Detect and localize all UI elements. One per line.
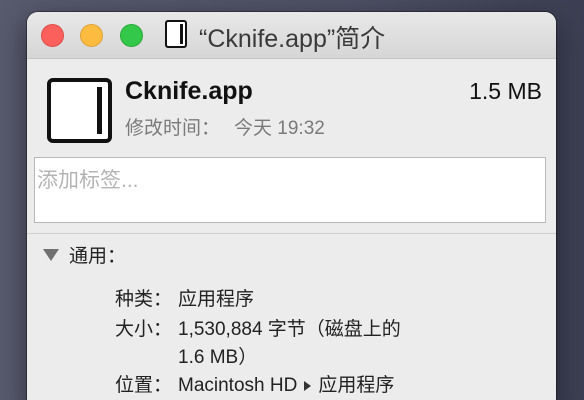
modified-value: 今天 19:32 [234, 118, 325, 139]
app-document-icon [165, 20, 187, 48]
file-size: 1.5 MB [469, 78, 542, 104]
modified-label: 修改时间： [125, 118, 221, 139]
kind-value: 应用程序 [178, 289, 255, 310]
where-volume: Macintosh HD [178, 375, 298, 396]
maximize-button[interactable] [120, 24, 143, 47]
close-button[interactable] [41, 24, 64, 47]
kind-row: 种类： 应用程序 [100, 284, 254, 311]
info-window: “Cknife.app”简介 Cknife.app 1.5 MB 修改时间： 今天… [27, 12, 556, 400]
size-label: 大小： [114, 319, 172, 340]
window-title: “Cknife.app”简介 [199, 25, 386, 53]
where-folder: 应用程序 [318, 375, 395, 396]
general-section-title: 通用： [69, 246, 127, 267]
where-label: 位置： [114, 375, 172, 396]
disclosure-triangle-down-icon[interactable] [43, 248, 59, 261]
titlebar[interactable]: “Cknife.app”简介 [27, 12, 556, 59]
app-document-icon [47, 78, 112, 143]
size-value: 1,530,884 字节（磁盘上的 [178, 319, 401, 340]
file-header: Cknife.app 1.5 MB 修改时间： 今天 19:32 [27, 59, 556, 159]
file-name: Cknife.app [125, 77, 253, 105]
size-row: 大小： 1,530,884 字节（磁盘上的 [100, 314, 401, 341]
path-arrow-right-icon [304, 380, 312, 391]
section-divider [27, 233, 556, 234]
where-row: 位置： Macintosh HD 应用程序 [100, 370, 394, 397]
minimize-button[interactable] [80, 24, 103, 47]
modified-info: 修改时间： 今天 19:32 [125, 113, 325, 140]
general-section-toggle[interactable]: 通用： [43, 241, 126, 268]
tags-input[interactable]: 添加标签... [34, 157, 546, 223]
size-value-continued: 1.6 MB） [178, 347, 258, 368]
kind-label: 种类： [114, 289, 172, 310]
